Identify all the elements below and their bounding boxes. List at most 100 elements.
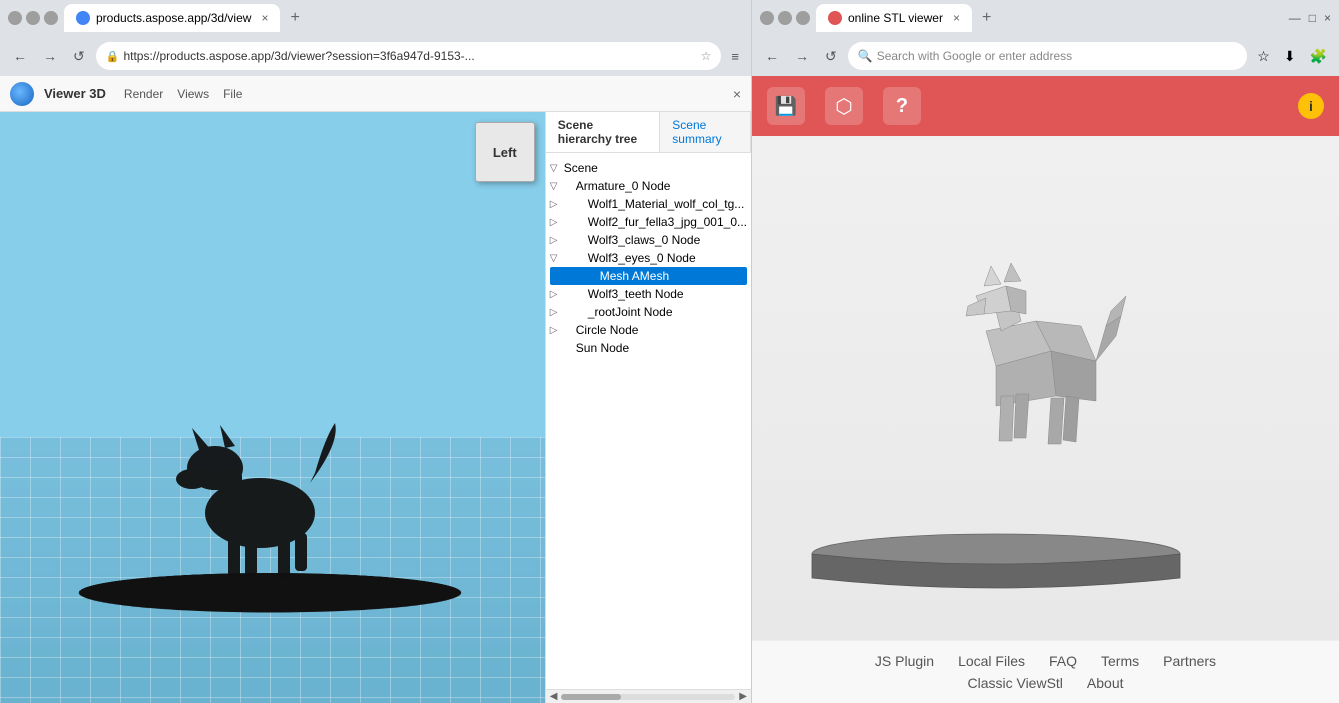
tree-item-wolf3claws[interactable]: ▷ Wolf3_claws_0 Node: [550, 231, 747, 249]
r-downloads-icon[interactable]: ⬇: [1280, 46, 1300, 67]
platform-3d: [752, 530, 1246, 610]
r-minimize-btn[interactable]: [760, 11, 774, 25]
right-active-tab[interactable]: online STL viewer ×: [816, 4, 972, 32]
wolf-silhouette: [150, 383, 370, 583]
tree-label: Scene: [564, 161, 598, 175]
menu-file[interactable]: File: [223, 87, 242, 101]
stl-viewport[interactable]: [752, 136, 1339, 640]
r-extensions-icon[interactable]: 🧩: [1306, 46, 1331, 67]
scene-tabs: Scene hierarchy tree Scene summary: [546, 112, 751, 153]
right-browser-chrome: online STL viewer × + — □ ×: [752, 0, 1339, 36]
right-address-bar[interactable]: 🔍 Search with Google or enter address: [848, 42, 1248, 70]
tab-bar: products.aspose.app/3d/view × +: [64, 4, 743, 32]
new-tab-btn[interactable]: +: [284, 7, 305, 29]
r-close-btn[interactable]: [796, 11, 810, 25]
tree-arrow: ▷: [550, 307, 564, 318]
tree-label: Wolf3_eyes_0 Node: [588, 251, 696, 265]
scroll-left-arrow[interactable]: ◀: [550, 691, 558, 702]
r-forward-btn[interactable]: →: [790, 46, 814, 66]
tree-item-wolf2[interactable]: ▷ Wolf2_fur_fella3_jpg_001_0...: [550, 213, 747, 231]
tree-label: Armature_0 Node: [576, 179, 671, 193]
right-tab-bar: online STL viewer × +: [816, 4, 1283, 32]
viewport-3d[interactable]: Left: [0, 112, 545, 703]
tab-favicon: [76, 11, 90, 25]
minimize-btn[interactable]: [8, 11, 22, 25]
tab-hierarchy[interactable]: Scene hierarchy tree: [546, 112, 661, 152]
right-tab-close-btn[interactable]: ×: [953, 11, 960, 25]
help-tool-btn[interactable]: ?: [883, 87, 921, 125]
close-win-btn[interactable]: [44, 11, 58, 25]
footer-link-js-plugin[interactable]: JS Plugin: [875, 653, 934, 669]
tree-item-rootjoint[interactable]: ▷ _rootJoint Node: [550, 303, 747, 321]
menu-views[interactable]: Views: [177, 87, 209, 101]
r-bookmark-icon[interactable]: ☆: [1253, 46, 1274, 67]
scene-panel: Scene hierarchy tree Scene summary ▽ Sce…: [545, 112, 751, 703]
r-back-btn[interactable]: ←: [760, 46, 784, 66]
viewer-menu: Render Views File: [124, 87, 243, 101]
tree-label: Wolf2_fur_fella3_jpg_001_0...: [588, 215, 747, 229]
search-icon: 🔍: [858, 49, 873, 63]
right-tab-favicon: [828, 11, 842, 25]
footer-link-terms[interactable]: Terms: [1101, 653, 1139, 669]
right-new-tab-btn[interactable]: +: [976, 7, 997, 29]
window-controls: [8, 11, 58, 25]
active-tab[interactable]: products.aspose.app/3d/view ×: [64, 4, 280, 32]
tree-item-sun[interactable]: Sun Node: [550, 339, 747, 357]
stl-toolbar: 💾 ⬡ ? i: [752, 76, 1339, 136]
maximize-btn[interactable]: [26, 11, 40, 25]
browser-menu-btn[interactable]: ≡: [727, 47, 743, 66]
tree-arrow: ▷: [550, 235, 564, 246]
right-window-controls: [760, 11, 810, 25]
footer-link-faq[interactable]: FAQ: [1049, 653, 1077, 669]
forward-btn[interactable]: →: [38, 46, 62, 66]
tree-item-wolf1[interactable]: ▷ Wolf1_Material_wolf_col_tg...: [550, 195, 747, 213]
back-btn[interactable]: ←: [8, 46, 32, 66]
scene-scrollbar[interactable]: ◀ ▶: [546, 689, 751, 703]
tree-label: Circle Node: [576, 323, 639, 337]
scene-tree[interactable]: ▽ Scene ▽ Armature_0 Node ▷ Wolf1_Materi…: [546, 153, 751, 689]
stl-content: 💾 ⬡ ? i: [752, 76, 1339, 703]
tree-item-mesh-amesh[interactable]: Mesh AMesh: [550, 267, 747, 285]
tree-label: Wolf1_Material_wolf_col_tg...: [588, 197, 745, 211]
left-browser-window: products.aspose.app/3d/view × + ← → ↺ 🔒 …: [0, 0, 752, 703]
menu-render[interactable]: Render: [124, 87, 163, 101]
r-refresh-btn[interactable]: ↺: [820, 46, 842, 67]
stl-footer: JS Plugin Local Files FAQ Terms Partners…: [752, 640, 1339, 703]
right-address-text: Search with Google or enter address: [877, 49, 1238, 63]
tab-close-btn[interactable]: ×: [261, 11, 268, 25]
info-tool-btn[interactable]: i: [1298, 93, 1324, 119]
view-cube: Left: [475, 122, 535, 182]
footer-link-local-files[interactable]: Local Files: [958, 653, 1025, 669]
address-bar-row: ← → ↺ 🔒 https://products.aspose.app/3d/v…: [0, 36, 751, 76]
tree-item-armature[interactable]: ▽ Armature_0 Node: [550, 177, 747, 195]
refresh-btn[interactable]: ↺: [68, 46, 90, 67]
address-bar[interactable]: 🔒 https://products.aspose.app/3d/viewer?…: [96, 42, 722, 70]
r-maximize-btn[interactable]: [778, 11, 792, 25]
scroll-track: [561, 694, 735, 700]
tree-label: _rootJoint Node: [588, 305, 673, 319]
cube-tool-btn[interactable]: ⬡: [825, 87, 863, 125]
info-icon: i: [1309, 98, 1313, 114]
viewer-close-btn[interactable]: ×: [733, 86, 741, 102]
tree-item-circle[interactable]: ▷ Circle Node: [550, 321, 747, 339]
scroll-right-arrow[interactable]: ▶: [739, 691, 747, 702]
footer-link-partners[interactable]: Partners: [1163, 653, 1216, 669]
footer-link-about[interactable]: About: [1087, 675, 1124, 691]
right-min-icon[interactable]: —: [1289, 11, 1301, 25]
tree-item-wolf3eyes[interactable]: ▽ Wolf3_eyes_0 Node: [550, 249, 747, 267]
right-max-icon[interactable]: □: [1309, 11, 1316, 25]
tree-arrow: ▽: [550, 181, 564, 192]
save-icon: 💾: [775, 96, 797, 117]
bookmark-icon[interactable]: ☆: [701, 49, 712, 63]
footer-row-2: Classic ViewStl About: [967, 675, 1123, 691]
footer-link-classic[interactable]: Classic ViewStl: [967, 675, 1062, 691]
tab-summary[interactable]: Scene summary: [660, 112, 751, 152]
tree-label: Wolf3_claws_0 Node: [588, 233, 701, 247]
right-close-icon[interactable]: ×: [1324, 11, 1331, 25]
tree-item-scene[interactable]: ▽ Scene: [550, 159, 747, 177]
tree-label: Wolf3_teeth Node: [588, 287, 684, 301]
tree-item-wolf3teeth[interactable]: ▷ Wolf3_teeth Node: [550, 285, 747, 303]
viewer-titlebar: Viewer 3D Render Views File ×: [0, 76, 751, 112]
save-tool-btn[interactable]: 💾: [767, 87, 805, 125]
right-tab-title: online STL viewer: [848, 11, 943, 25]
